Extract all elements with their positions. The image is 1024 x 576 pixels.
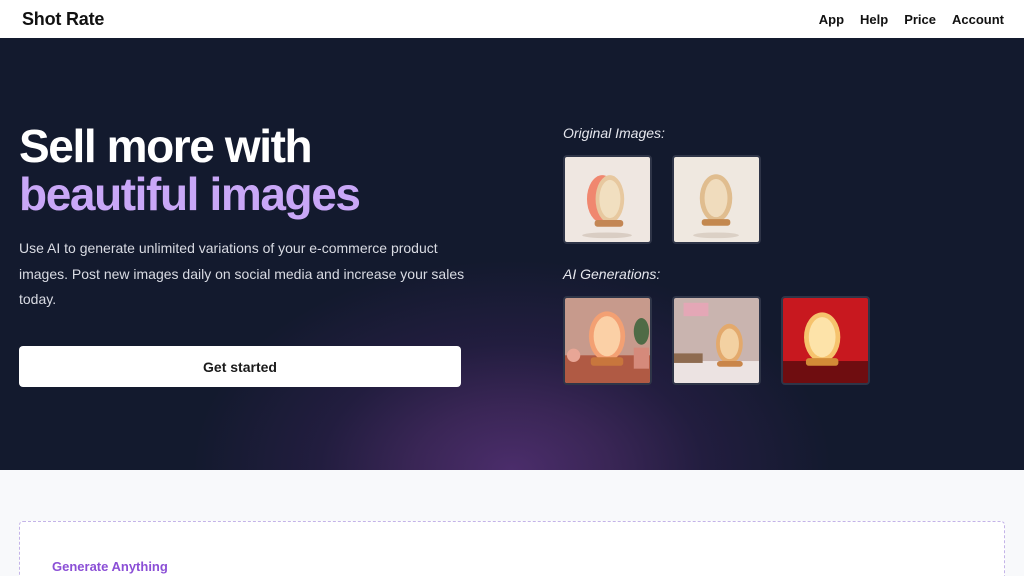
nav-link-price[interactable]: Price xyxy=(904,12,936,27)
nav-link-app[interactable]: App xyxy=(819,12,844,27)
lamp-scene-photo-icon xyxy=(783,298,868,383)
hero-section: Sell more with beautiful images Use AI t… xyxy=(0,38,1024,470)
lamp-photo-icon xyxy=(674,157,759,242)
top-navbar: Shot Rate App Help Price Account xyxy=(0,0,1024,38)
nav-link-help[interactable]: Help xyxy=(860,12,888,27)
headline-line-white: Sell more with xyxy=(19,120,313,172)
lamp-scene-photo-icon xyxy=(565,298,650,383)
original-image-thumb xyxy=(563,155,652,244)
hero-headline: Sell more with beautiful images xyxy=(19,120,361,220)
ai-generation-thumb xyxy=(563,296,652,385)
features-section: Generate Anything xyxy=(0,470,1024,576)
ai-generation-thumb xyxy=(672,296,761,385)
brand-logo[interactable]: Shot Rate xyxy=(22,9,104,30)
ai-generation-thumb xyxy=(781,296,870,385)
headline-line-purple: beautiful images xyxy=(19,168,361,220)
original-image-thumb xyxy=(672,155,761,244)
nav-link-account[interactable]: Account xyxy=(952,12,1004,27)
nav-links: App Help Price Account xyxy=(819,12,1004,27)
ai-generations-label: AI Generations: xyxy=(563,266,661,282)
lamp-photo-icon xyxy=(565,157,650,242)
original-images-label: Original Images: xyxy=(563,125,665,141)
feature-card: Generate Anything xyxy=(19,521,1005,576)
get-started-button[interactable]: Get started xyxy=(19,346,461,387)
hero-description: Use AI to generate unlimited variations … xyxy=(19,240,465,307)
lamp-scene-photo-icon xyxy=(674,298,759,383)
feature-eyebrow: Generate Anything xyxy=(52,559,168,574)
